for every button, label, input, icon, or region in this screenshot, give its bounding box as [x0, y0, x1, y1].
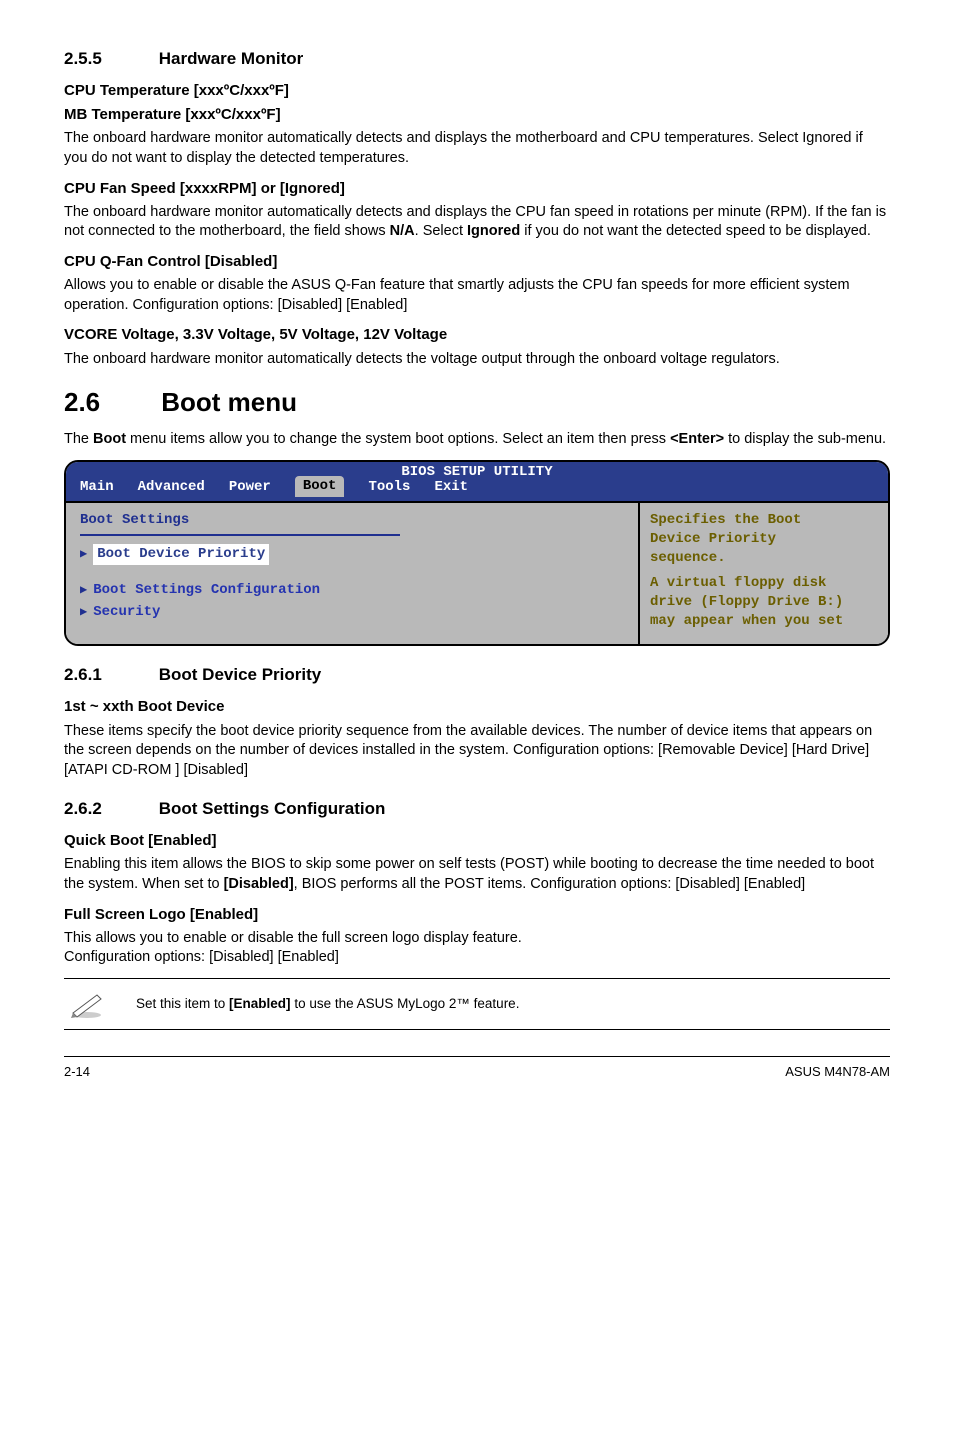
sub-qfan: CPU Q-Fan Control [Disabled] — [64, 252, 890, 272]
txt: to display the sub-menu. — [724, 431, 886, 447]
sub-boot-device: 1st ~ xxth Boot Device — [64, 697, 890, 717]
para-vcore: The onboard hardware monitor automatical… — [64, 350, 890, 370]
heading-num: 2.6.1 — [64, 664, 154, 687]
heading-2-5-5: 2.5.5 Hardware Monitor — [64, 48, 890, 71]
para-boot-intro: The Boot menu items allow you to change … — [64, 430, 890, 450]
heading-title: Boot Device Priority — [159, 665, 322, 684]
para-qfan: Allows you to enable or disable the ASUS… — [64, 276, 890, 315]
heading-num: 2.6.2 — [64, 798, 154, 821]
heading-num: 2.6 — [64, 385, 154, 420]
txt-bold: N/A — [390, 223, 415, 239]
bios-help-line: A virtual floppy disk — [650, 574, 878, 593]
bios-help-line: sequence. — [650, 549, 878, 568]
triangle-icon: ▶ — [80, 546, 87, 562]
bios-help-line: drive (Floppy Drive B:) — [650, 593, 878, 612]
pencil-icon — [64, 987, 110, 1021]
para-quick-boot: Enabling this item allows the BIOS to sk… — [64, 855, 890, 894]
bios-tab-tools: Tools — [368, 478, 410, 497]
txt-bold: Boot — [93, 431, 126, 447]
bios-selected-item: Boot Device Priority — [93, 544, 269, 565]
bios-item-boot-priority: ▶ Boot Device Priority — [80, 544, 624, 565]
heading-title: Hardware Monitor — [159, 49, 304, 68]
txt: menu items allow you to change the syste… — [126, 431, 670, 447]
sub-quick-boot: Quick Boot [Enabled] — [64, 831, 890, 851]
para-boot-device: These items specify the boot device prio… — [64, 722, 890, 781]
bios-menu-bar: BIOS SETUP UTILITY Main Advanced Power B… — [66, 462, 888, 501]
triangle-icon: ▶ — [80, 582, 87, 598]
sub-mb-temp: MB Temperature [xxxºC/xxxºF] — [64, 105, 890, 125]
txt: , BIOS performs all the POST items. Conf… — [294, 876, 806, 892]
bios-body: Boot Settings ▶ Boot Device Priority ▶ B… — [66, 501, 888, 644]
txt: . Select — [415, 223, 467, 239]
heading-title: Boot Settings Configuration — [159, 799, 386, 818]
sub-cpu-temp: CPU Temperature [xxxºC/xxxºF] — [64, 81, 890, 101]
bios-right-pane: Specifies the Boot Device Priority seque… — [638, 503, 888, 644]
heading-2-6: 2.6 Boot menu — [64, 385, 890, 420]
heading-title: Boot menu — [161, 387, 297, 417]
footer-page-num: 2-14 — [64, 1063, 90, 1081]
txt: to use the ASUS MyLogo 2™ feature. — [291, 996, 520, 1011]
bios-boot-settings: Boot Settings — [80, 511, 624, 530]
txt-bold: <Enter> — [670, 431, 724, 447]
bios-tab-exit: Exit — [434, 478, 468, 497]
para-full-screen-logo: This allows you to enable or disable the… — [64, 929, 890, 968]
triangle-icon: ▶ — [80, 604, 87, 620]
para-fan-speed: The onboard hardware monitor automatical… — [64, 203, 890, 242]
bios-item-security: ▶ Security — [80, 603, 624, 622]
bios-tab-boot: Boot — [295, 476, 345, 497]
bios-help-line: Device Priority — [650, 530, 878, 549]
sub-vcore: VCORE Voltage, 3.3V Voltage, 5V Voltage,… — [64, 325, 890, 345]
bios-tab-main: Main — [80, 478, 114, 497]
note-box: Set this item to [Enabled] to use the AS… — [64, 978, 890, 1030]
footer-model: ASUS M4N78-AM — [785, 1063, 890, 1081]
bios-item-label: Boot Settings Configuration — [93, 581, 320, 600]
bios-screenshot: BIOS SETUP UTILITY Main Advanced Power B… — [64, 460, 890, 647]
txt: Set this item to — [136, 996, 229, 1011]
txt: The — [64, 431, 93, 447]
heading-2-6-2: 2.6.2 Boot Settings Configuration — [64, 798, 890, 821]
bios-help-line: Specifies the Boot — [650, 511, 878, 530]
heading-num: 2.5.5 — [64, 48, 154, 71]
para-temp: The onboard hardware monitor automatical… — [64, 129, 890, 168]
bios-tab-advanced: Advanced — [138, 478, 205, 497]
bios-help-line: may appear when you set — [650, 612, 878, 631]
sub-fan-speed: CPU Fan Speed [xxxxRPM] or [Ignored] — [64, 179, 890, 199]
bios-item-boot-config: ▶ Boot Settings Configuration — [80, 581, 624, 600]
sub-full-screen-logo: Full Screen Logo [Enabled] — [64, 905, 890, 925]
page-footer: 2-14 ASUS M4N78-AM — [64, 1056, 890, 1081]
bios-tab-power: Power — [229, 478, 271, 497]
txt-bold: [Enabled] — [229, 996, 291, 1011]
txt: if you do not want the detected speed to… — [520, 223, 871, 239]
bios-item-label: Security — [93, 603, 160, 622]
txt-bold: [Disabled] — [224, 876, 294, 892]
note-text: Set this item to [Enabled] to use the AS… — [136, 995, 519, 1013]
heading-2-6-1: 2.6.1 Boot Device Priority — [64, 664, 890, 687]
txt-bold: Ignored — [467, 223, 520, 239]
bios-left-pane: Boot Settings ▶ Boot Device Priority ▶ B… — [66, 503, 638, 644]
bios-separator — [80, 534, 400, 536]
